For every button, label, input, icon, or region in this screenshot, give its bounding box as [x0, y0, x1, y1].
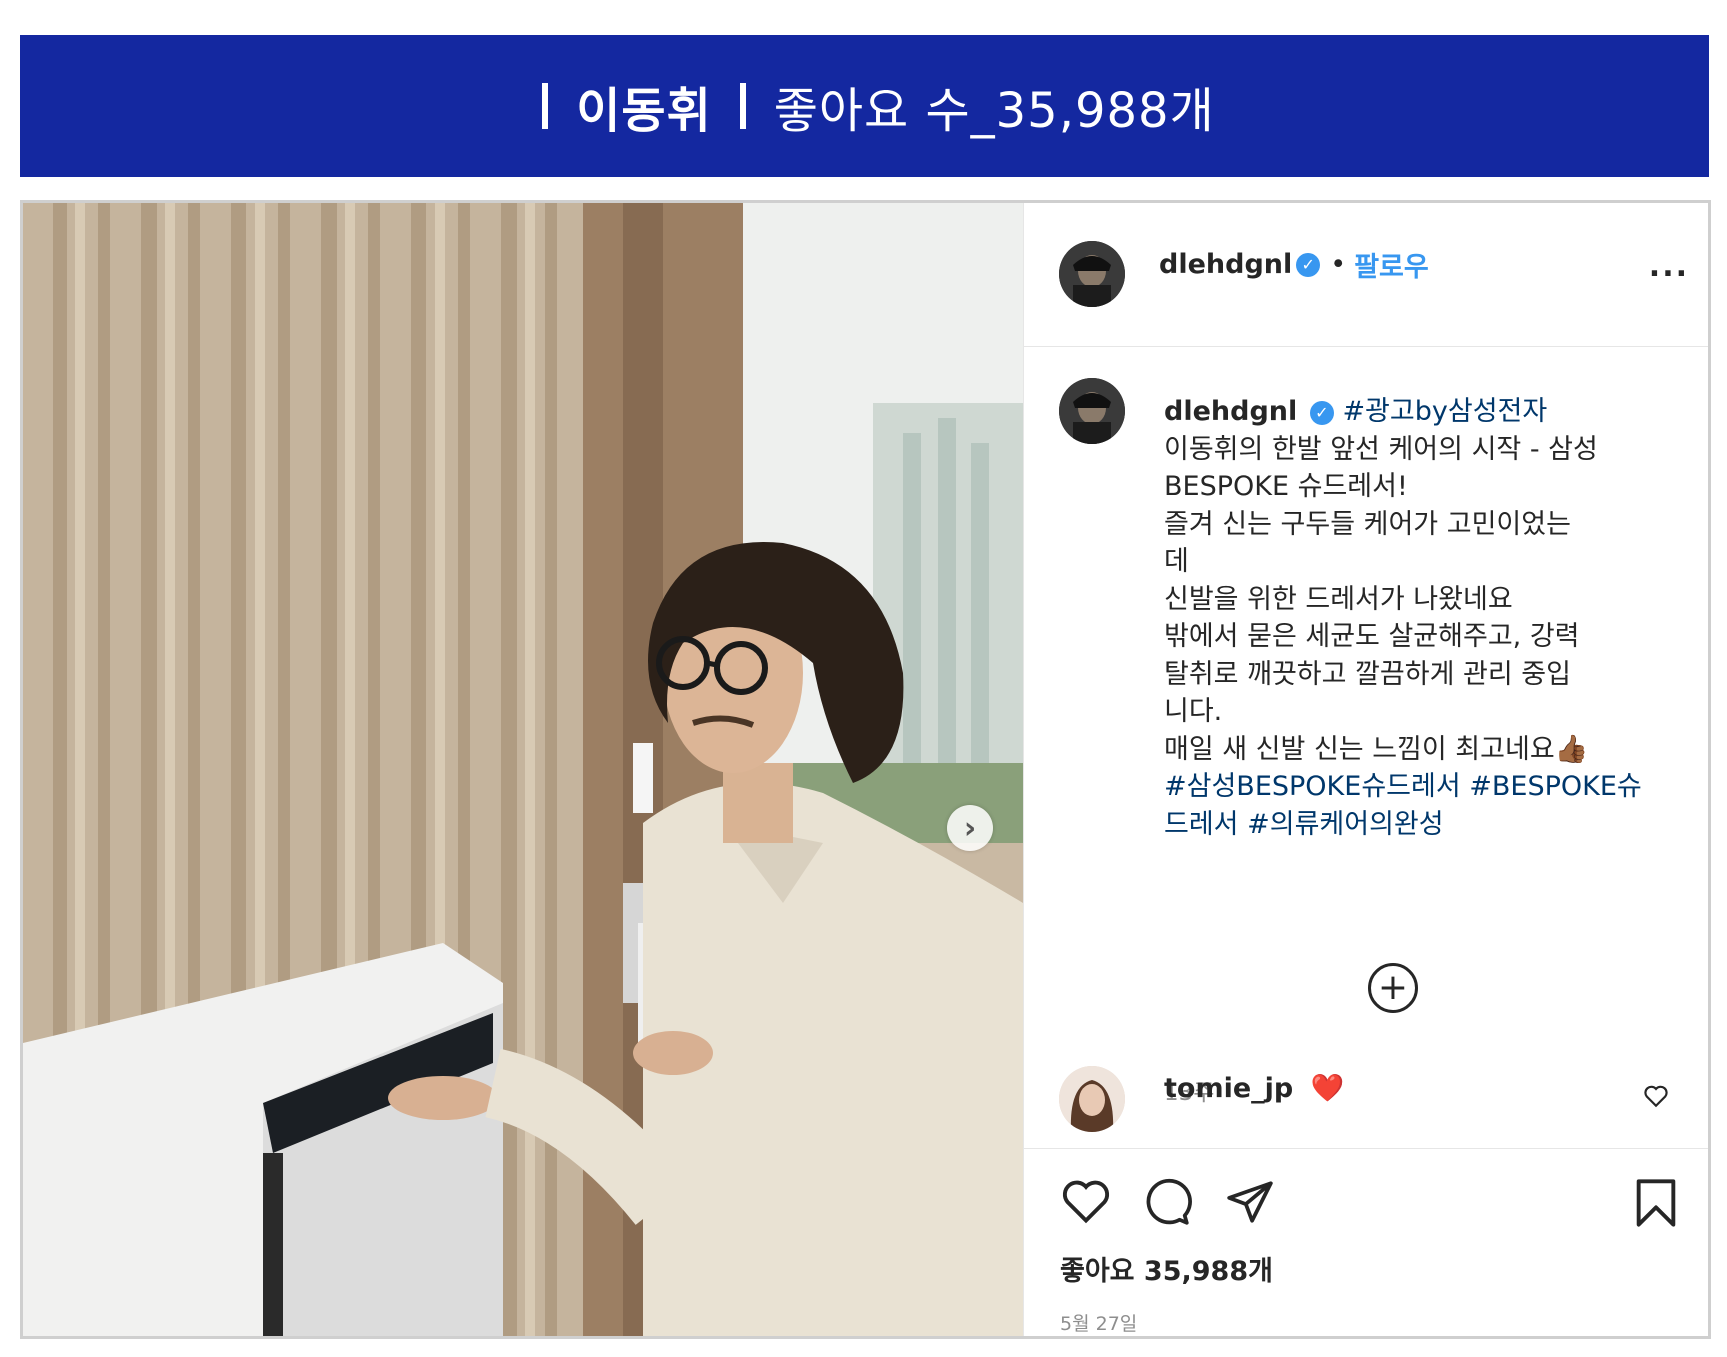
caption-username[interactable]: dlehdgnl — [1164, 396, 1297, 427]
caption-line: 매일 새 신발 신는 느낌이 최고네요👍🏾 — [1164, 733, 1589, 765]
share-send-icon[interactable] — [1224, 1177, 1276, 1231]
more-options-icon[interactable]: ... — [1649, 249, 1689, 284]
comment-row: tomie_jp ❤️ — [1024, 1048, 1708, 1158]
separator-dot: • — [1330, 249, 1347, 280]
likes-count[interactable]: 좋아요 35,988개 — [1060, 1249, 1273, 1288]
banner-divider — [542, 83, 549, 129]
title-banner: 이동휘 좋아요 수_35,988개 — [20, 35, 1709, 177]
avatar-image — [1059, 1066, 1125, 1132]
follow-button[interactable]: 팔로우 — [1354, 245, 1429, 284]
caption-line: 탈취로 깨끗하고 깔끔하게 관리 중입 — [1164, 658, 1571, 690]
commenter-username[interactable]: tomie_jp — [1164, 1073, 1293, 1104]
caption-hashtags[interactable]: 드레서 #의류케어의완성 — [1164, 806, 1684, 844]
post-actions: 좋아요 35,988개 5월 27일 — [1024, 1148, 1708, 1336]
caption-avatar[interactable] — [1059, 378, 1125, 444]
banner-likes: 좋아요 수_35,988개 — [773, 83, 1215, 139]
header-user-line: dlehdgnl ✓ • 팔로우 — [1159, 245, 1429, 284]
comment-bubble-icon[interactable] — [1142, 1177, 1192, 1231]
post-caption: dlehdgnl ✓ #광고by삼성전자 이동휘의 한발 앞선 케어의 시작 -… — [1164, 393, 1684, 843]
post-side-panel: dlehdgnl ✓ • 팔로우 ... dlehdgnl ✓ #광고by삼성전… — [1023, 203, 1708, 1336]
like-comment-heart-icon[interactable] — [1643, 1084, 1669, 1112]
post-date: 5월 27일 — [1060, 1313, 1138, 1335]
avatar[interactable] — [1059, 241, 1125, 307]
post-photo[interactable]: › — [23, 203, 1023, 1336]
commenter-avatar[interactable] — [1059, 1066, 1125, 1132]
caption-line: 데 — [1164, 546, 1189, 577]
like-heart-icon[interactable] — [1060, 1177, 1112, 1229]
next-photo-button[interactable]: › — [947, 805, 993, 851]
caption-line: 이동휘의 한발 앞선 케어의 시작 - 삼성 — [1164, 433, 1598, 465]
banner-name: 이동휘 — [576, 83, 712, 139]
verified-badge-icon: ✓ — [1296, 252, 1321, 277]
verified-badge-icon: ✓ — [1309, 400, 1334, 425]
instagram-post: › dlehdgnl ✓ • 팔로우 ... dlehdgnl ✓ #광고by삼… — [20, 200, 1711, 1339]
caption-hashtags[interactable]: #삼성BESPOKE슈드레서 #BESPOKE슈 — [1164, 768, 1684, 806]
bookmark-icon[interactable] — [1634, 1177, 1678, 1233]
caption-line: BESPOKE 슈드레서! — [1164, 471, 1408, 502]
comment-text: tomie_jp ❤️ — [1164, 1072, 1344, 1104]
post-header: dlehdgnl ✓ • 팔로우 ... — [1024, 203, 1708, 347]
red-heart-icon: ❤️ — [1310, 1073, 1345, 1104]
load-more-comments-button[interactable]: + — [1368, 963, 1418, 1013]
banner-divider — [739, 83, 746, 129]
post-photo-illustration — [23, 203, 1023, 1336]
caption-line: 신발을 위한 드레서가 나왔네요 — [1164, 583, 1513, 615]
avatar-image — [1059, 378, 1125, 444]
hashtag-ad[interactable]: #광고by삼성전자 — [1342, 396, 1547, 427]
caption-line: 니다. — [1164, 696, 1223, 727]
caption-line: 밖에서 묻은 세균도 살균해주고, 강력 — [1164, 621, 1580, 652]
username[interactable]: dlehdgnl — [1159, 249, 1292, 280]
avatar-image — [1059, 241, 1125, 307]
caption-first-line: dlehdgnl ✓ #광고by삼성전자 — [1164, 393, 1684, 431]
caption-line: 즐겨 신는 구두들 케어가 고민이었는 — [1164, 508, 1571, 540]
